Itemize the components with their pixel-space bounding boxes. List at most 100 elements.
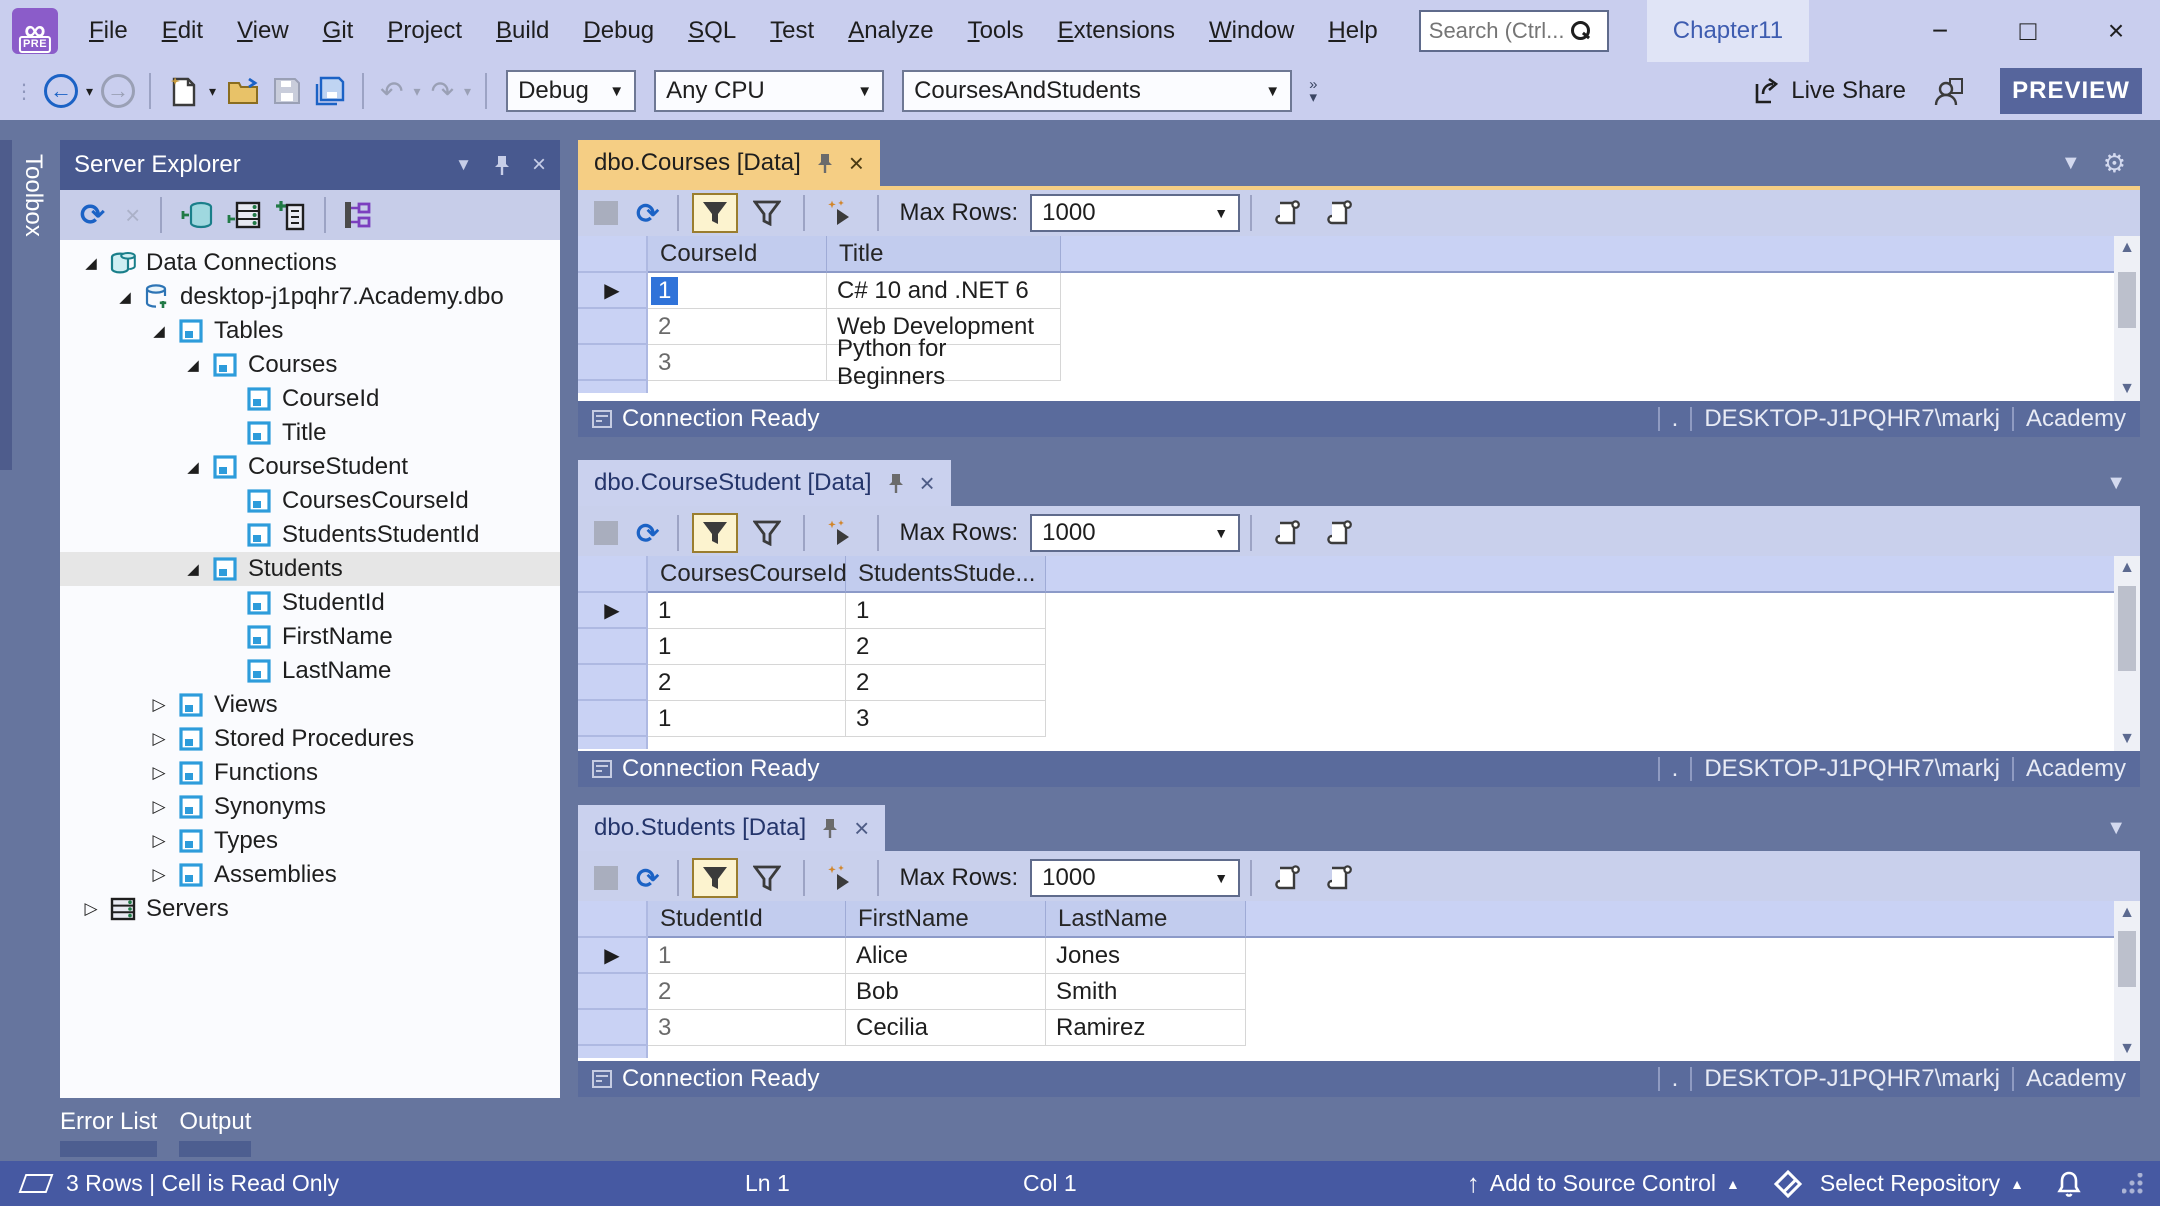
document-tab[interactable]: dbo.Courses [Data]× <box>578 140 880 186</box>
tree-expander-icon[interactable]: ◢ <box>176 458 210 476</box>
vertical-scrollbar[interactable]: ▲▼ <box>2114 556 2140 751</box>
tree-item[interactable]: ◢Courses <box>60 348 560 382</box>
tree-item[interactable]: ▷Stored Procedures <box>60 722 560 756</box>
column-header[interactable]: CourseId <box>648 236 827 273</box>
menu-build[interactable]: Build <box>479 0 566 62</box>
column-indicator[interactable]: Col 1 <box>1023 1170 1077 1197</box>
tree-expander-icon[interactable]: ◢ <box>108 288 142 306</box>
solution-configuration-combo[interactable]: Debug ▼ <box>506 70 636 112</box>
tree-item[interactable]: FirstName <box>60 620 560 654</box>
filter-toggle-button[interactable] <box>692 858 738 898</box>
select-repository-button[interactable]: Select Repository ▲ <box>1774 1170 2024 1197</box>
tree-expander-icon[interactable]: ▷ <box>142 729 176 749</box>
tree-item[interactable]: ▷Types <box>60 824 560 858</box>
search-input[interactable] <box>1429 18 1569 44</box>
live-share-button[interactable]: Live Share <box>1751 76 1906 106</box>
close-button[interactable]: × <box>2072 0 2160 62</box>
save-all-button[interactable] <box>315 76 345 106</box>
grid-cell[interactable]: 2 <box>648 974 846 1010</box>
add-to-source-control-button[interactable]: ↑ Add to Source Control ▲ <box>1467 1168 1740 1199</box>
tree-expander-icon[interactable]: ◢ <box>176 356 210 374</box>
scrollbar-track[interactable] <box>2114 925 2140 1037</box>
close-tab-icon[interactable]: × <box>854 813 869 844</box>
tree-item[interactable]: ▷Views <box>60 688 560 722</box>
scroll-up-icon[interactable]: ▲ <box>2119 901 2135 925</box>
bottom-tab-error-list[interactable]: Error List <box>60 1108 157 1157</box>
close-tab-icon[interactable]: × <box>849 148 864 179</box>
resize-grip[interactable] <box>2122 1173 2144 1195</box>
scrollbar-thumb[interactable] <box>2118 931 2136 987</box>
script-file-icon[interactable] <box>1317 193 1363 233</box>
menu-window[interactable]: Window <box>1192 0 1311 62</box>
scroll-down-icon[interactable]: ▼ <box>2119 727 2135 751</box>
tree-item[interactable]: ▷Functions <box>60 756 560 790</box>
grid-cell[interactable]: 2 <box>846 665 1046 701</box>
pin-icon[interactable] <box>815 152 835 174</box>
tree-expander-icon[interactable]: ▷ <box>142 763 176 783</box>
grid-cell[interactable]: 2 <box>648 309 827 345</box>
grid-cell[interactable]: Python for Beginners <box>827 345 1061 381</box>
search-box[interactable] <box>1419 10 1609 52</box>
tree-item[interactable]: CoursesCourseId <box>60 484 560 518</box>
menu-sql[interactable]: SQL <box>671 0 753 62</box>
tree-item[interactable]: ◢CourseStudent <box>60 450 560 484</box>
grid-cell[interactable]: 1 <box>648 273 827 309</box>
stop-button[interactable] <box>594 521 618 545</box>
column-header[interactable]: CoursesCourseId <box>648 556 846 593</box>
menu-help[interactable]: Help <box>1311 0 1394 62</box>
menu-extensions[interactable]: Extensions <box>1041 0 1192 62</box>
grid-cell[interactable]: 3 <box>648 345 827 381</box>
minimize-button[interactable]: − <box>1896 0 1984 62</box>
pin-icon[interactable] <box>820 817 840 839</box>
scroll-down-icon[interactable]: ▼ <box>2119 1037 2135 1061</box>
line-indicator[interactable]: Ln 1 <box>745 1170 790 1197</box>
grid-cell[interactable]: Jones <box>1046 938 1246 974</box>
grid-cell[interactable]: 2 <box>846 629 1046 665</box>
startup-project-combo[interactable]: CoursesAndStudents ▼ <box>902 70 1292 112</box>
scrollbar-track[interactable] <box>2114 580 2140 727</box>
undo-button[interactable]: ↶ <box>380 75 403 108</box>
connect-to-database-icon[interactable] <box>179 199 213 231</box>
refresh-icon[interactable]: ⟳ <box>636 197 659 230</box>
document-tab[interactable]: dbo.CourseStudent [Data]× <box>578 460 951 506</box>
vertical-scrollbar[interactable]: ▲▼ <box>2114 236 2140 401</box>
pin-icon[interactable] <box>886 472 906 494</box>
grid-corner-cell[interactable] <box>578 236 648 273</box>
new-file-button[interactable] <box>168 75 198 107</box>
column-header[interactable]: Title <box>827 236 1061 273</box>
grid-cell[interactable]: 1 <box>648 629 846 665</box>
column-header[interactable]: StudentsStude... <box>846 556 1046 593</box>
maximize-button[interactable]: □ <box>1984 0 2072 62</box>
max-rows-combo[interactable]: 1000▼ <box>1030 859 1240 897</box>
menu-view[interactable]: View <box>220 0 306 62</box>
filter-button[interactable] <box>744 858 790 898</box>
tree-item[interactable]: ▷Assemblies <box>60 858 560 892</box>
refresh-icon[interactable]: ⟳ <box>636 517 659 550</box>
navigate-back-button[interactable]: ← <box>44 74 78 108</box>
preview-button[interactable]: PREVIEW <box>2000 68 2142 114</box>
redo-dropdown-icon[interactable]: ▾ <box>464 83 471 100</box>
row-selector[interactable] <box>578 665 648 701</box>
grid-cell[interactable]: 1 <box>648 593 846 629</box>
new-file-dropdown-icon[interactable]: ▾ <box>209 83 216 100</box>
pin-icon[interactable] <box>492 154 512 176</box>
filter-button[interactable] <box>744 193 790 233</box>
navigate-back-dropdown-icon[interactable]: ▾ <box>86 83 93 100</box>
grid-corner-cell[interactable] <box>578 901 648 938</box>
tree-item[interactable]: ◢Students <box>60 552 560 586</box>
max-rows-combo[interactable]: 1000▼ <box>1030 194 1240 232</box>
tree-expander-icon[interactable]: ▷ <box>142 797 176 817</box>
grid-cell[interactable]: Bob <box>846 974 1046 1010</box>
solution-platform-combo[interactable]: Any CPU ▼ <box>654 70 884 112</box>
tab-list-chevron-icon[interactable]: ▼ <box>2061 152 2081 175</box>
redo-button[interactable]: ↷ <box>431 75 454 108</box>
tab-list-chevron-icon[interactable]: ▼ <box>2106 817 2126 840</box>
vertical-scrollbar[interactable]: ▲▼ <box>2114 901 2140 1061</box>
solution-title-tab[interactable]: Chapter11 <box>1647 0 1809 62</box>
script-file-icon[interactable] <box>1317 858 1363 898</box>
tree-expander-icon[interactable]: ◢ <box>74 254 108 272</box>
sign-in-user-icon[interactable] <box>1934 75 1966 107</box>
bottom-tab-output[interactable]: Output <box>179 1108 251 1157</box>
menu-git[interactable]: Git <box>306 0 371 62</box>
menu-tools[interactable]: Tools <box>951 0 1041 62</box>
